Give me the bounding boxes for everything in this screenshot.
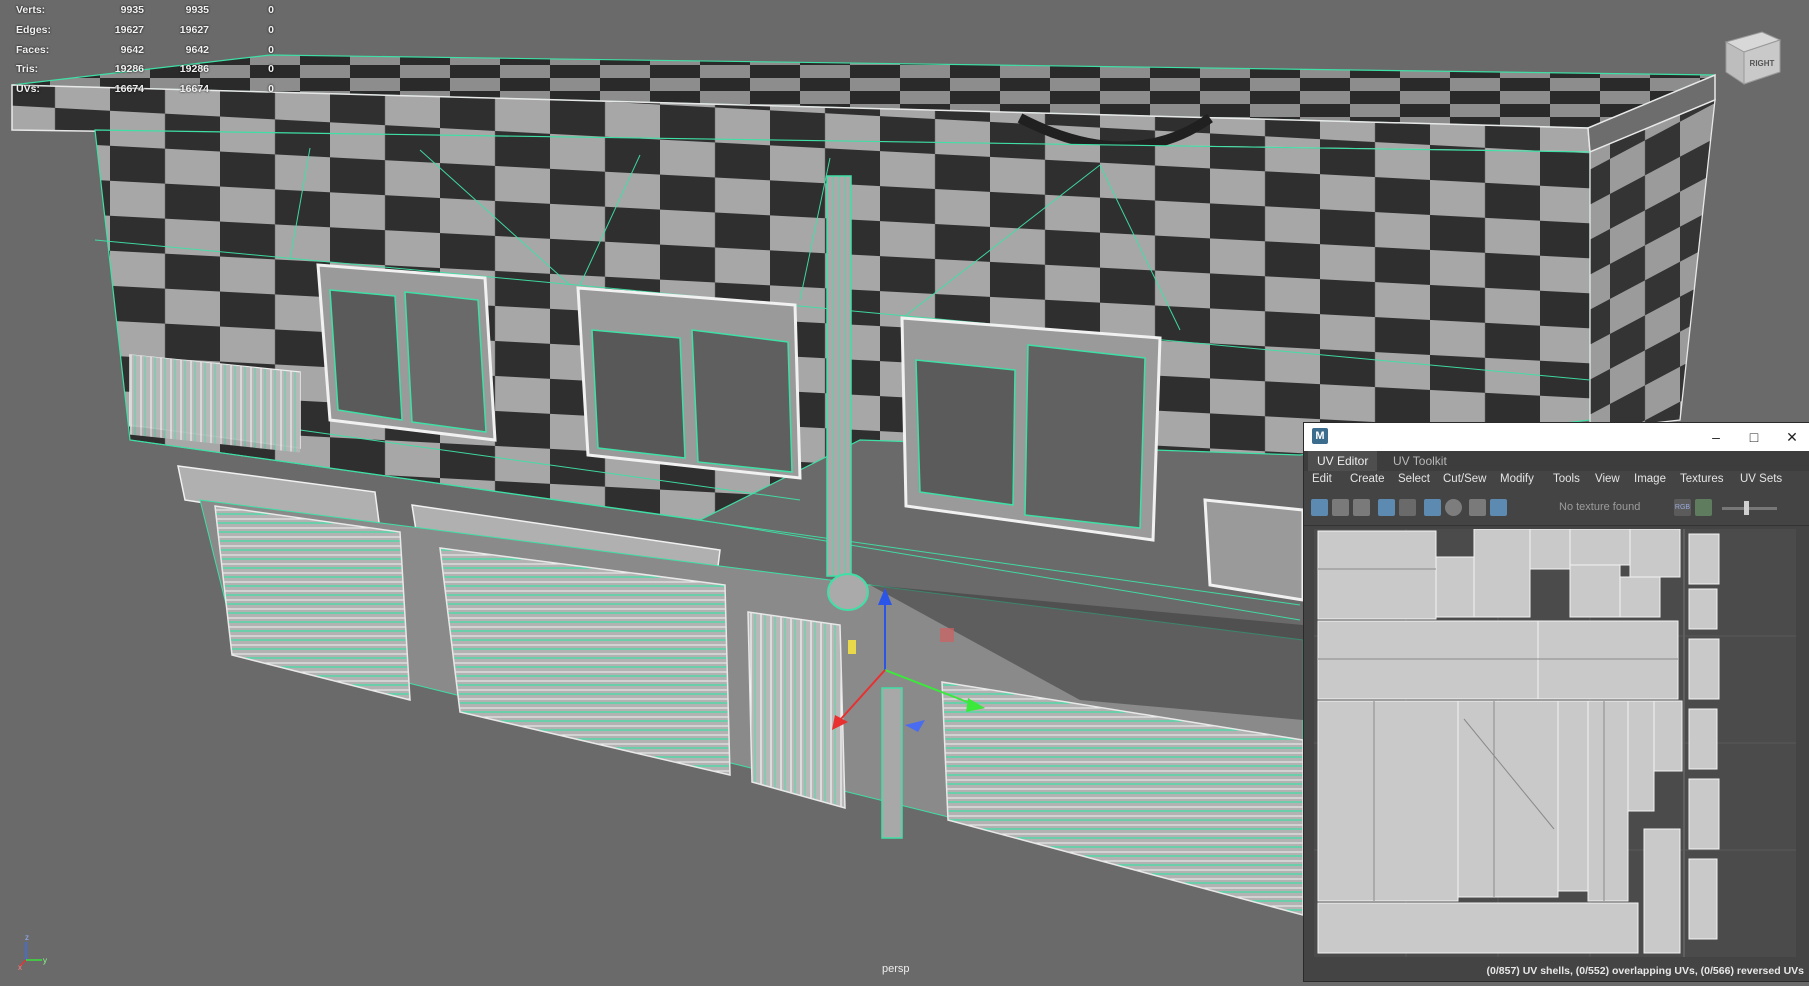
distortion-icon[interactable] bbox=[1353, 499, 1370, 516]
menu-select[interactable]: Select bbox=[1398, 473, 1430, 485]
window-2 bbox=[576, 286, 802, 480]
uv-tab-bar: UV Editor UV Toolkit bbox=[1304, 451, 1809, 471]
window-3 bbox=[900, 316, 1162, 542]
shaded-uv-icon[interactable] bbox=[1332, 499, 1349, 516]
maximize-icon[interactable]: □ bbox=[1744, 427, 1764, 447]
grid-icon[interactable] bbox=[1424, 499, 1441, 516]
menu-view[interactable]: View bbox=[1595, 473, 1620, 485]
axis-x-label: x bbox=[18, 963, 22, 970]
window-4 bbox=[1203, 498, 1305, 602]
exposure-icon[interactable] bbox=[1445, 499, 1462, 516]
rgb-channel-icon[interactable]: RGB bbox=[1674, 499, 1691, 516]
shutter-2 bbox=[439, 547, 731, 776]
axis-y-label: y bbox=[43, 956, 47, 965]
view-cube[interactable]: RIGHT bbox=[1722, 28, 1784, 86]
uv-toolbar: No texture found RGB bbox=[1304, 491, 1809, 526]
grid-toggle-icon[interactable] bbox=[1378, 499, 1395, 516]
menu-edit[interactable]: Edit bbox=[1312, 473, 1332, 485]
menu-cut-sew[interactable]: Cut/Sew bbox=[1443, 473, 1486, 485]
tab-uv-toolkit[interactable]: UV Toolkit bbox=[1384, 451, 1456, 471]
shutter-1 bbox=[214, 505, 411, 701]
maya-logo-icon: M bbox=[1312, 428, 1328, 444]
uv-editor-window[interactable]: M – □ ✕ UV Editor UV Toolkit Edit Create… bbox=[1303, 422, 1809, 982]
camera-label: persp bbox=[882, 963, 910, 975]
tab-uv-editor[interactable]: UV Editor bbox=[1308, 451, 1378, 471]
alpha-icon[interactable] bbox=[1695, 499, 1712, 516]
uv-canvas[interactable] bbox=[1314, 529, 1796, 957]
menu-modify[interactable]: Modify bbox=[1500, 473, 1534, 485]
axis-gizmo: z x y bbox=[18, 933, 47, 970]
snap-icon[interactable] bbox=[1399, 499, 1416, 516]
close-icon[interactable]: ✕ bbox=[1782, 427, 1802, 447]
checker-icon[interactable] bbox=[1490, 499, 1507, 516]
exposure-slider-handle[interactable] bbox=[1744, 501, 1749, 515]
uv-display-icon[interactable] bbox=[1311, 499, 1328, 516]
door bbox=[747, 611, 846, 809]
menu-tools[interactable]: Tools bbox=[1553, 473, 1580, 485]
axis-z-label: z bbox=[25, 933, 29, 942]
menu-textures[interactable]: Textures bbox=[1680, 473, 1723, 485]
minimize-icon[interactable]: – bbox=[1706, 427, 1726, 447]
exposure-slider[interactable] bbox=[1722, 507, 1777, 510]
uv-menubar: Edit Create Select Cut/Sew Modify Tools … bbox=[1304, 471, 1809, 491]
viewcube-label: RIGHT bbox=[1750, 59, 1775, 68]
window-1 bbox=[316, 263, 497, 442]
uv-editor-titlebar[interactable]: M – □ ✕ bbox=[1304, 423, 1809, 451]
right-side-face bbox=[1589, 98, 1716, 431]
menu-image[interactable]: Image bbox=[1634, 473, 1666, 485]
uv-layout bbox=[1314, 529, 1796, 957]
texture-status: No texture found bbox=[1559, 501, 1641, 513]
menu-create[interactable]: Create bbox=[1350, 473, 1385, 485]
image-display-icon[interactable] bbox=[1469, 499, 1486, 516]
uv-status-line: (0/857) UV shells, (0/552) overlapping U… bbox=[1486, 965, 1804, 977]
menu-uv-sets[interactable]: UV Sets bbox=[1740, 473, 1782, 485]
